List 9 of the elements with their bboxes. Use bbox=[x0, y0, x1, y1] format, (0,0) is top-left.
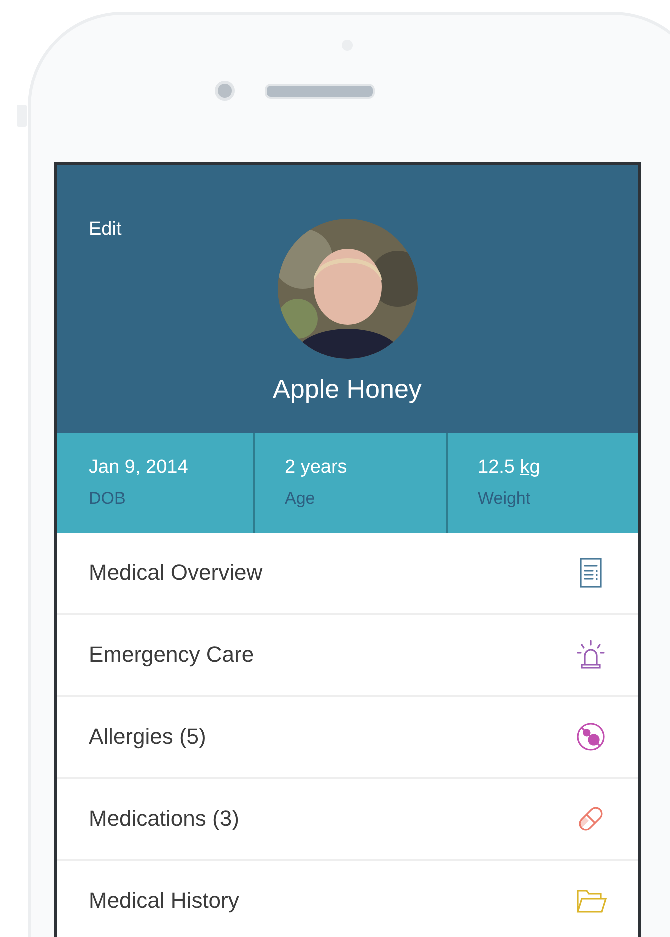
stat-value: Jan 9, 2014 bbox=[89, 457, 190, 479]
front-camera bbox=[215, 81, 235, 101]
stat-label: Age bbox=[285, 489, 316, 509]
stat-value: 2 years bbox=[285, 457, 348, 479]
edit-button[interactable]: Edit bbox=[89, 219, 122, 241]
stat-label: DOB bbox=[89, 489, 127, 509]
profile-name: Apple Honey bbox=[273, 374, 422, 405]
stat-value: 12.5 kg bbox=[478, 457, 542, 479]
stat-label: Weight bbox=[478, 489, 532, 509]
